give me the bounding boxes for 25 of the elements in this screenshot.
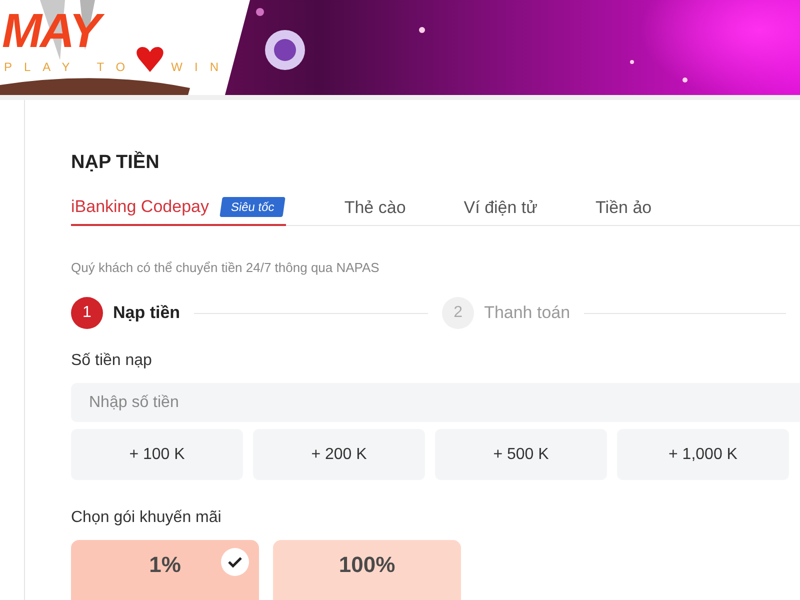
tagline: WIN xyxy=(171,59,230,76)
step-label: Thanh toán xyxy=(484,302,570,324)
page-title: NẠP TIỀN xyxy=(71,150,160,175)
section-label: Chọn gói khuyến mãi xyxy=(71,508,222,528)
promo-card[interactable]: 1% xyxy=(71,540,259,600)
speed-badge: Siêu tốc xyxy=(220,196,286,217)
field-label: Số tiền nạp xyxy=(71,351,153,371)
amount-button[interactable]: + 200 K xyxy=(253,429,425,480)
tab[interactable]: Thẻ cào xyxy=(344,194,406,224)
logo-text: MAY xyxy=(2,8,230,56)
amount-button[interactable]: + 100 K xyxy=(71,429,243,480)
tab[interactable]: Ví điện tử xyxy=(464,194,538,224)
promo-value: 100% xyxy=(338,552,396,578)
step-number: 1 xyxy=(71,297,103,329)
amount-button[interactable]: + 500 K xyxy=(435,429,607,480)
step-label: Nạp tiền xyxy=(113,302,180,324)
promo-card[interactable]: 100% xyxy=(273,540,461,600)
tagline: PLAY TO xyxy=(4,59,138,76)
tab[interactable]: iBanking Codepay Siêu tốc xyxy=(71,194,286,226)
amount-button[interactable]: + 1,000 K xyxy=(617,429,789,480)
info-text: Quý khách có thể chuyển tiền 24/7 thông qua NAPAS xyxy=(71,258,380,277)
tab[interactable]: Tiền ảo xyxy=(596,194,652,224)
amount-input[interactable]: Nhập số tiền xyxy=(71,383,800,422)
promo-value: 1% xyxy=(149,552,181,578)
step-number: 2 xyxy=(442,297,474,329)
